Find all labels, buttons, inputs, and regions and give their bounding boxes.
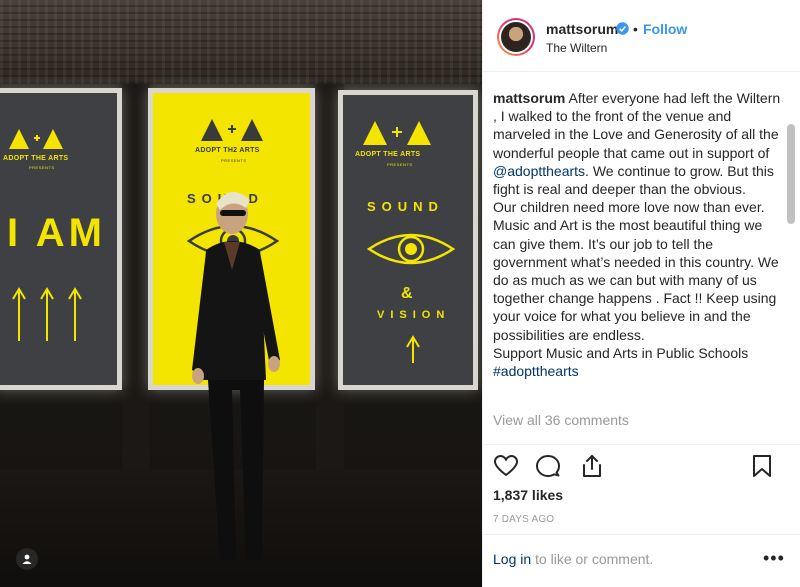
person-figure	[192, 191, 280, 560]
poster-right: ADOPT THE ARTS PRESENTS SOUND & VISION	[338, 90, 478, 390]
comment-icon[interactable]	[535, 453, 561, 479]
poster-logo-text: ADOPT TH2 ARTS	[195, 147, 260, 154]
caption-mention-link[interactable]: @adoptthearts	[493, 163, 585, 179]
caption-text: Support Music and Arts in Public Schools	[493, 344, 749, 361]
ornate-ceiling	[0, 0, 482, 84]
avatar[interactable]	[497, 18, 535, 56]
username-link[interactable]: mattsorum	[546, 21, 618, 37]
more-options-button[interactable]: •••	[763, 548, 785, 569]
poster-sound-text: SOUND	[367, 199, 444, 214]
login-prompt-text: to like or comment.	[531, 551, 654, 567]
poster-presents: PRESENTS	[221, 158, 247, 163]
poster-logo-text: ADOPT THE ARTS	[355, 151, 421, 158]
poster-logo-triangles	[9, 129, 63, 149]
poster-logo-text: ADOPT THE ARTS	[3, 155, 69, 162]
poster-logo-triangles	[363, 121, 431, 145]
poster-presents: PRESENTS	[29, 165, 55, 170]
post-footer: Log in to like or comment. •••	[483, 534, 800, 587]
post-actions	[483, 444, 800, 488]
poster-left: ADOPT THE ARTS PRESENTS I AM	[0, 88, 122, 390]
poster-i-am-text: I AM	[7, 211, 106, 255]
post-timestamp[interactable]: 7 DAYS AGO	[493, 514, 554, 525]
likes-count[interactable]: 1,837 likes	[493, 487, 563, 503]
poster-logo-triangles	[201, 119, 263, 141]
poster-eye-graphic	[366, 233, 456, 265]
user-tag-icon	[22, 554, 32, 564]
caption-username[interactable]: mattsorum	[493, 90, 565, 106]
post-side-panel: mattsorum • Follow The Wiltern mattsorum…	[482, 0, 800, 587]
share-icon[interactable]	[579, 453, 605, 479]
bookmark-icon[interactable]	[749, 453, 775, 479]
poster-arrow	[406, 335, 420, 363]
post-header: mattsorum • Follow The Wiltern	[483, 0, 800, 72]
caption-hashtag-link[interactable]: #adoptthearts	[493, 363, 579, 379]
comments-scrollbar[interactable]	[787, 124, 795, 224]
poster-vision-text: VISION	[377, 309, 451, 321]
heart-icon[interactable]	[493, 453, 519, 479]
view-all-comments-link[interactable]: View all 36 comments	[493, 412, 629, 428]
location-link[interactable]: The Wiltern	[546, 41, 607, 55]
poster-presents: PRESENTS	[387, 162, 413, 167]
poster-arrows	[12, 287, 82, 341]
verified-badge-icon	[616, 22, 629, 35]
poster-amp-text: &	[401, 285, 413, 302]
login-prompt: Log in to like or comment.	[493, 551, 653, 567]
follow-button[interactable]: Follow	[643, 21, 687, 37]
login-link[interactable]: Log in	[493, 551, 531, 567]
caption-text: Our children need more love now than eve…	[493, 199, 779, 343]
post-caption: mattsorum After everyone had left the Wi…	[493, 89, 783, 380]
pillar	[122, 84, 150, 484]
post-photo[interactable]: ADOPT THE ARTS PRESENTS I AM ADOPT TH2 A…	[0, 0, 482, 587]
comments-area[interactable]: mattsorum After everyone had left the Wi…	[483, 72, 800, 444]
user-tag-button[interactable]	[16, 548, 38, 570]
header-separator: •	[633, 21, 638, 37]
